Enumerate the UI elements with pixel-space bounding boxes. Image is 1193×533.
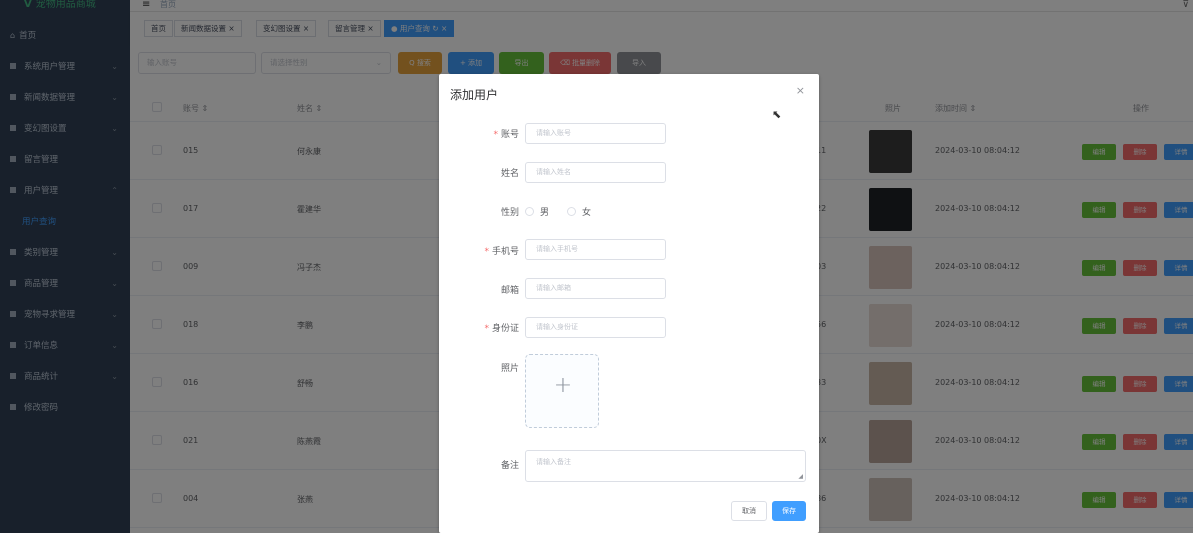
add-user-dialog: 添加用户 × * 账号 请输入账号 姓名 请输入姓名 性别 男 女 * 手机号 请输… bbox=[439, 74, 819, 533]
save-button[interactable]: 保存 bbox=[772, 501, 806, 521]
remark-textarea[interactable]: 请输入备注 ◢ bbox=[525, 450, 806, 482]
close-icon[interactable]: × bbox=[796, 84, 805, 97]
id-card-label: * 身份证 bbox=[484, 321, 519, 334]
gender-label: 性别 bbox=[500, 208, 519, 218]
gender-female-label[interactable]: 女 bbox=[582, 205, 591, 218]
phone-label: * 手机号 bbox=[484, 244, 519, 257]
required-marker: * bbox=[484, 247, 489, 257]
required-marker: * bbox=[484, 324, 489, 334]
cancel-button[interactable]: 取消 bbox=[731, 501, 767, 521]
remark-label: 备注 bbox=[500, 461, 519, 471]
plus-icon: + bbox=[553, 373, 573, 398]
email-label: 邮箱 bbox=[500, 286, 519, 296]
phone-input[interactable]: 请输入手机号 bbox=[525, 239, 666, 260]
gender-male-radio[interactable] bbox=[525, 207, 534, 216]
resize-grip-icon[interactable]: ◢ bbox=[798, 473, 803, 480]
id-card-input[interactable]: 请输入身份证 bbox=[525, 317, 666, 338]
gender-male-label[interactable]: 男 bbox=[540, 205, 549, 218]
account-label: * 账号 bbox=[493, 127, 519, 140]
remark-placeholder: 请输入备注 bbox=[536, 458, 571, 466]
photo-upload[interactable]: + bbox=[525, 354, 599, 428]
mouse-cursor-icon: ⬉ bbox=[772, 108, 782, 121]
photo-label: 照片 bbox=[500, 364, 519, 374]
dialog-title: 添加用户 bbox=[450, 88, 499, 102]
gender-female-radio[interactable] bbox=[567, 207, 576, 216]
id-card-label-text: 身份证 bbox=[491, 324, 519, 334]
phone-label-text: 手机号 bbox=[491, 247, 519, 257]
email-input[interactable]: 请输入邮箱 bbox=[525, 278, 666, 299]
account-input[interactable]: 请输入账号 bbox=[525, 123, 666, 144]
name-input[interactable]: 请输入姓名 bbox=[525, 162, 666, 183]
required-marker: * bbox=[493, 130, 498, 140]
name-label: 姓名 bbox=[500, 169, 519, 179]
account-label-text: 账号 bbox=[500, 130, 519, 140]
